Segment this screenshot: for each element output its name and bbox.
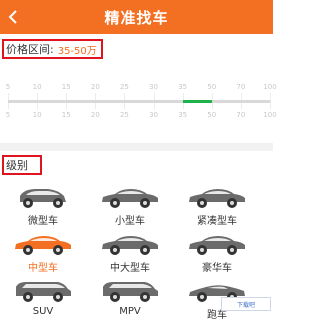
price-tick-label: 25 bbox=[119, 111, 129, 119]
price-ticks-bottom: 5 10 15 20 25 30 35 50 70 100 bbox=[0, 111, 277, 123]
category-item[interactable]: 小型车 bbox=[85, 184, 175, 228]
price-tick-label: 10 bbox=[32, 111, 42, 119]
suv-icon bbox=[16, 282, 71, 302]
category-item-label: MPV bbox=[119, 306, 141, 317]
watermark-logo: 下载吧 bbox=[221, 297, 271, 311]
mpv-icon bbox=[103, 282, 158, 302]
category-item-label: 豪华车 bbox=[202, 263, 232, 274]
category-item[interactable]: 豪华车 bbox=[172, 231, 262, 275]
price-tick-label: 100 bbox=[263, 83, 277, 91]
price-tick-label: 30 bbox=[149, 111, 159, 119]
price-tick-label: 35 bbox=[178, 111, 188, 119]
price-tick-label: 15 bbox=[61, 83, 71, 91]
luxury-car-icon bbox=[189, 236, 245, 255]
section-divider bbox=[0, 143, 273, 151]
price-tick-label: 5 bbox=[5, 111, 11, 119]
price-tick-mark bbox=[270, 93, 271, 109]
back-button[interactable] bbox=[3, 7, 23, 27]
price-tick-label: 15 bbox=[61, 111, 71, 119]
price-range-title: 价格区间: bbox=[6, 43, 54, 56]
micro-car-icon bbox=[20, 189, 66, 208]
category-item[interactable]: 微型车 bbox=[0, 184, 88, 228]
small-car-icon bbox=[102, 189, 158, 208]
mid-size-car-icon bbox=[15, 236, 71, 255]
category-label: 级别 bbox=[2, 155, 42, 175]
price-slider-range[interactable] bbox=[182, 100, 212, 103]
price-range-value: 35-50万 bbox=[57, 45, 97, 57]
price-ticks-top: 5 10 15 20 25 30 35 50 70 100 bbox=[0, 83, 277, 95]
price-tick-label: 30 bbox=[149, 83, 159, 91]
category-title: 级别 bbox=[6, 159, 28, 172]
header-bar: 精准找车 bbox=[0, 0, 273, 34]
price-tick-label: 20 bbox=[90, 83, 100, 91]
price-tick-label: 50 bbox=[207, 83, 217, 91]
price-tick-label: 70 bbox=[236, 83, 246, 91]
chevron-left-icon bbox=[8, 10, 17, 24]
price-tick-label: 70 bbox=[236, 111, 246, 119]
category-item-label: 中大型车 bbox=[110, 263, 150, 274]
price-tick-label: 5 bbox=[5, 83, 11, 91]
price-tick-label: 100 bbox=[263, 111, 277, 119]
price-slider-track[interactable] bbox=[8, 100, 270, 103]
compact-car-icon bbox=[189, 189, 245, 208]
category-item-label: 中型车 bbox=[28, 263, 58, 274]
category-item[interactable]: 中型车 bbox=[0, 231, 88, 275]
category-item[interactable]: 紧凑型车 bbox=[172, 184, 262, 228]
price-tick-label: 25 bbox=[119, 83, 129, 91]
category-item-label: 紧凑型车 bbox=[197, 216, 237, 227]
page-title: 精准找车 bbox=[104, 8, 169, 27]
category-item[interactable]: SUV bbox=[0, 278, 88, 322]
category-item[interactable]: MPV bbox=[85, 278, 175, 322]
price-tick-label: 35 bbox=[178, 83, 188, 91]
category-grid: 微型车 小型车 紧凑型车 中型车 中大型车 豪华车 SUV MPV 跑车 bbox=[0, 180, 273, 321]
price-tick-label: 20 bbox=[90, 111, 100, 119]
category-item-label: 小型车 bbox=[115, 216, 145, 227]
category-item[interactable]: 中大型车 bbox=[85, 231, 175, 275]
watermark-text: 下载吧 bbox=[236, 301, 255, 309]
price-tick-label: 50 bbox=[207, 111, 217, 119]
category-item-label: SUV bbox=[32, 306, 54, 317]
price-range-label: 价格区间: 35-50万 bbox=[2, 39, 103, 59]
category-item-label: 微型车 bbox=[28, 216, 58, 227]
price-tick-label: 10 bbox=[32, 83, 42, 91]
mid-large-car-icon bbox=[102, 236, 158, 255]
